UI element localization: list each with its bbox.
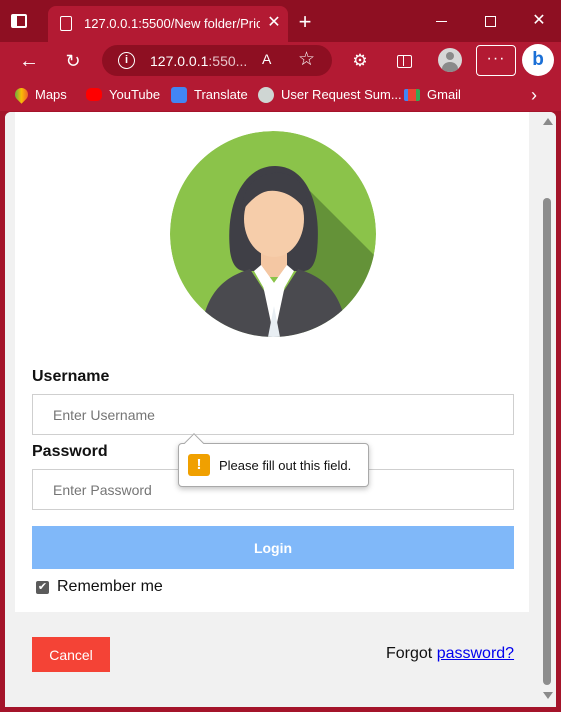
url-path: :550... xyxy=(208,53,248,69)
copilot-glyph: b xyxy=(532,49,544,70)
copilot-icon[interactable]: b xyxy=(522,44,554,76)
window-border xyxy=(0,707,561,712)
browser-tab-bar: 127.0.0.1:5500/New folder/Pricing ✕ + ✕ xyxy=(0,0,561,42)
avatar xyxy=(170,131,376,337)
page-viewport: Username Password Login ✔ Remember me Ca… xyxy=(5,112,556,707)
browser-toolbar: ← ↻ i 127.0.0.1:550... A ☆ ⚙ ··· b xyxy=(0,42,561,79)
bookmarks-more-icon[interactable]: › xyxy=(526,85,542,105)
gmail-icon xyxy=(404,88,420,101)
username-label: Username xyxy=(32,368,110,385)
extensions-icon[interactable]: ⚙ xyxy=(348,49,372,73)
validation-message: Please fill out this field. xyxy=(219,458,352,473)
bookmarks-bar: Maps YouTube Translate User Request Sum.… xyxy=(0,79,561,111)
address-bar[interactable]: i 127.0.0.1:550... A ☆ xyxy=(102,45,332,76)
login-button[interactable]: Login xyxy=(32,526,514,569)
tab-close-icon[interactable]: ✕ xyxy=(264,13,284,33)
username-input[interactable] xyxy=(32,394,514,435)
scroll-up-arrow-icon[interactable] xyxy=(543,118,553,125)
browser-tab-active[interactable]: 127.0.0.1:5500/New folder/Pricing ✕ xyxy=(48,6,288,42)
maps-icon xyxy=(12,85,31,104)
cancel-button[interactable]: Cancel xyxy=(32,637,110,672)
new-tab-button[interactable]: + xyxy=(294,11,316,33)
bookmark-user-request[interactable]: User Request Sum... xyxy=(258,86,402,104)
page-scrollbar[interactable] xyxy=(539,112,556,707)
youtube-icon xyxy=(86,88,102,102)
scroll-down-arrow-icon[interactable] xyxy=(543,692,553,699)
bookmark-gmail[interactable]: Gmail xyxy=(404,86,461,104)
url-host: 127.0.0.1 xyxy=(150,53,209,69)
url-text[interactable]: 127.0.0.1:550... xyxy=(150,53,247,69)
bookmark-youtube[interactable]: YouTube xyxy=(86,86,160,104)
maximize-button[interactable] xyxy=(476,8,506,34)
forgot-password-text: Forgot password? xyxy=(386,645,514,663)
scroll-thumb[interactable] xyxy=(543,198,551,685)
site-info-icon[interactable]: i xyxy=(118,52,135,69)
back-button[interactable]: ← xyxy=(16,48,42,74)
remember-me-label: Remember me xyxy=(57,578,163,595)
read-aloud-icon[interactable]: A xyxy=(262,51,271,67)
forgot-password-link[interactable]: password? xyxy=(437,645,514,662)
translate-icon xyxy=(171,86,187,103)
bookmark-label: Translate xyxy=(194,87,248,102)
chatgpt-icon xyxy=(258,86,274,103)
warning-icon: ! xyxy=(188,454,210,476)
settings-more-button[interactable]: ··· xyxy=(476,45,516,76)
page-background: Username Password Login ✔ Remember me Ca… xyxy=(5,112,539,707)
tab-title: 127.0.0.1:5500/New folder/Pricing xyxy=(84,16,260,31)
profile-avatar-icon[interactable] xyxy=(438,48,462,72)
page-favicon-icon xyxy=(60,16,72,31)
bookmark-label: YouTube xyxy=(109,87,161,102)
validation-tooltip: ! Please fill out this field. xyxy=(178,433,369,487)
favorite-star-icon[interactable]: ☆ xyxy=(298,48,315,71)
window-close-button[interactable]: ✕ xyxy=(524,8,554,34)
bookmark-label: Maps xyxy=(35,87,67,102)
split-screen-icon[interactable] xyxy=(392,49,416,73)
minimize-button[interactable] xyxy=(427,8,457,34)
tab-actions-icon[interactable] xyxy=(8,11,30,33)
bookmark-label: User Request Sum... xyxy=(281,87,402,102)
remember-me-checkbox[interactable]: ✔ xyxy=(36,581,49,594)
bookmark-maps[interactable]: Maps xyxy=(12,85,67,104)
password-label: Password xyxy=(32,443,108,460)
forgot-prefix: Forgot xyxy=(386,645,437,662)
bookmark-translate[interactable]: Translate xyxy=(171,86,248,104)
reload-button[interactable]: ↻ xyxy=(60,48,86,74)
bookmark-label: Gmail xyxy=(427,87,461,102)
